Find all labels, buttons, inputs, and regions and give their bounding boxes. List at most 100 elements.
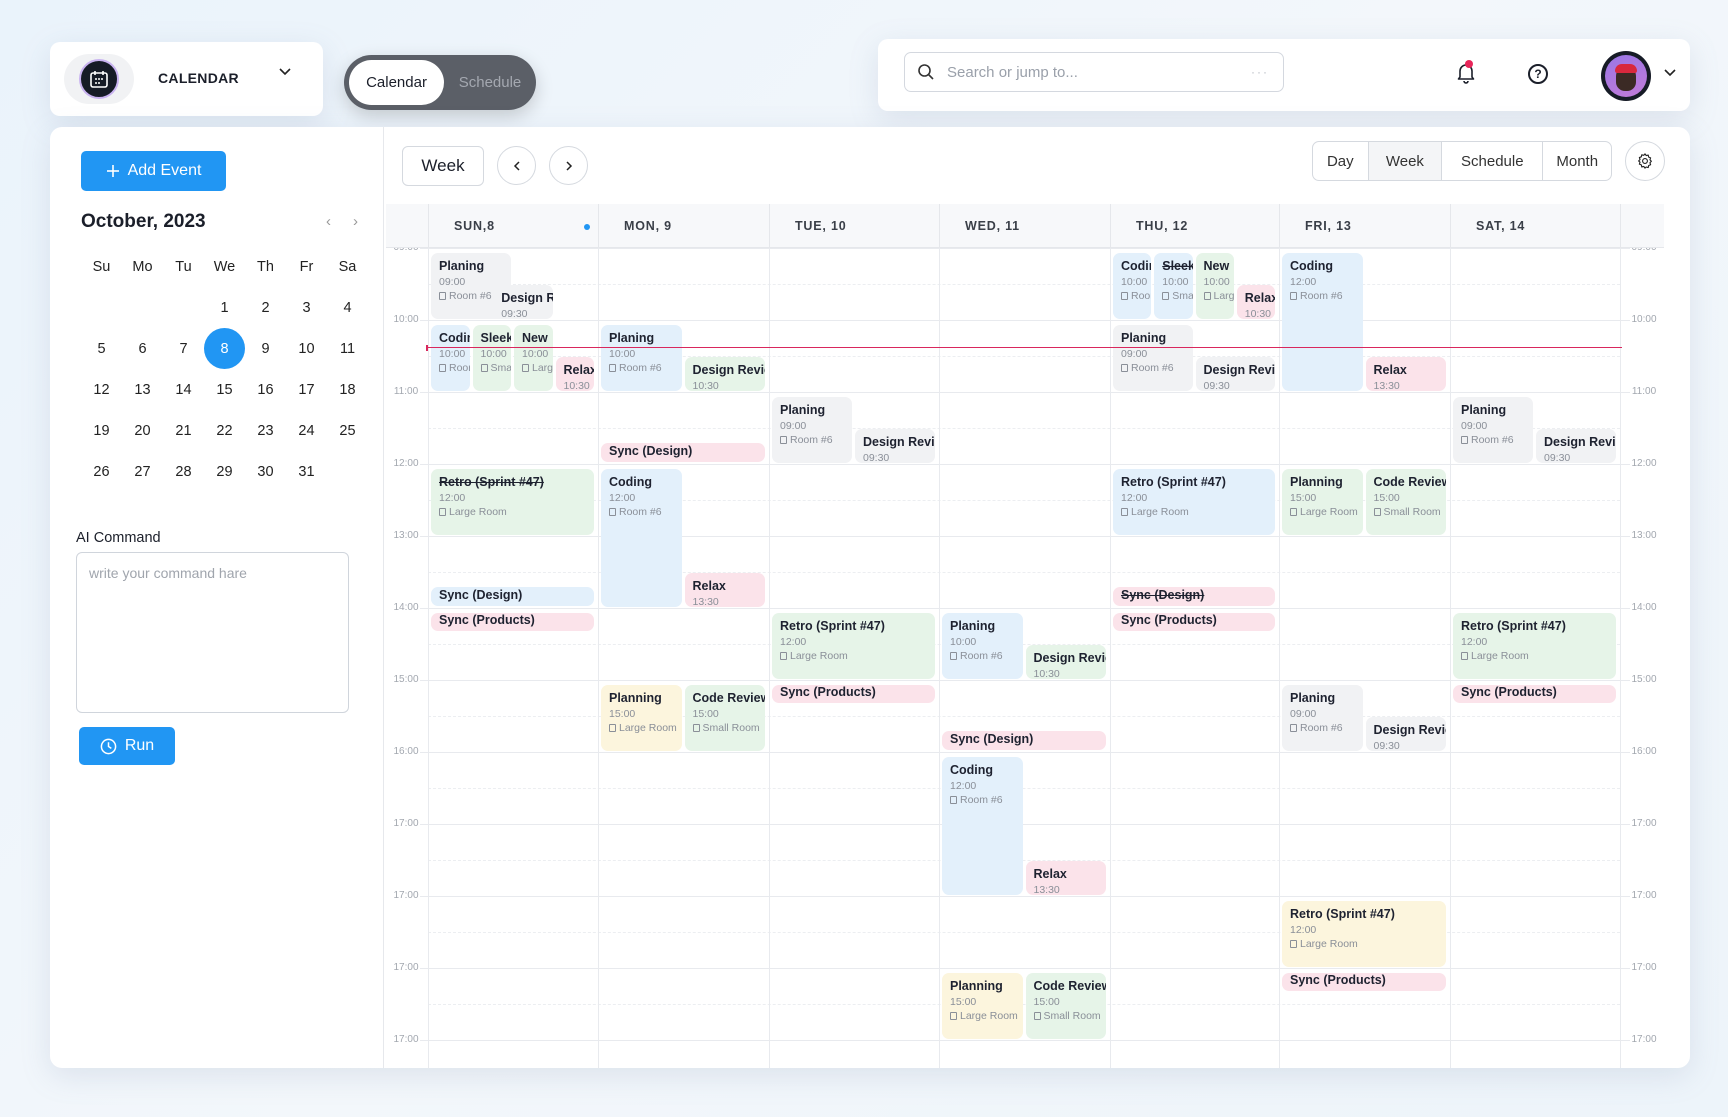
event-card[interactable]: Retro (Sprint #47) 12:00 Large Room bbox=[772, 612, 935, 679]
prev-month-button[interactable]: ‹ bbox=[326, 213, 331, 230]
event-card[interactable]: Retro (Sprint #47) 12:00 Large Room bbox=[431, 468, 594, 535]
event-card[interactable]: Sync (Products) bbox=[1113, 612, 1275, 631]
event-card[interactable]: Coding 12:00 Room #6 bbox=[1282, 252, 1363, 391]
event-card[interactable]: Coding 12:00 Room #6 bbox=[601, 468, 682, 607]
day-cell[interactable]: 23 bbox=[245, 410, 286, 451]
day-cell[interactable]: 31 bbox=[286, 451, 327, 492]
toggle-schedule[interactable]: Schedule bbox=[448, 60, 532, 105]
app-switcher[interactable]: CALENDAR bbox=[50, 42, 323, 116]
avatar[interactable] bbox=[1601, 51, 1651, 101]
event-card[interactable]: Design Revie 09:30 bbox=[855, 429, 935, 463]
event-card[interactable]: Sync (Design) bbox=[942, 731, 1106, 750]
day-header[interactable]: WED, 11 bbox=[939, 204, 1110, 248]
event-card[interactable]: Sync (Products) bbox=[772, 684, 935, 703]
event-card[interactable]: Planing 10:00 Room #6 bbox=[601, 324, 682, 391]
event-card[interactable]: Design Revie 09:30 bbox=[1536, 429, 1616, 463]
day-cell[interactable]: 14 bbox=[163, 369, 204, 410]
day-cell[interactable]: 12 bbox=[81, 369, 122, 410]
day-cell[interactable]: 18 bbox=[327, 369, 368, 410]
event-card[interactable]: Relax 13:30 bbox=[684, 573, 765, 607]
view-tab-week[interactable]: Week bbox=[1368, 142, 1443, 180]
event-card[interactable]: Planing 09:00 Room #6 bbox=[1282, 684, 1363, 751]
event-card[interactable]: Design Revie 09:30 bbox=[1195, 357, 1275, 391]
event-card[interactable]: Planning 15:00 Large Room bbox=[942, 972, 1023, 1039]
day-cell[interactable]: 11 bbox=[327, 328, 368, 369]
range-select[interactable]: Week bbox=[402, 146, 484, 186]
event-card[interactable]: Code Review 15:00 Small Room bbox=[684, 684, 765, 751]
event-card[interactable]: Code Review 15:00 Small Room bbox=[1365, 468, 1446, 535]
event-card[interactable]: Sync (Design) bbox=[431, 587, 594, 606]
day-cell[interactable]: 7 bbox=[163, 328, 204, 369]
event-card[interactable]: New 10:00 Larg bbox=[1195, 252, 1234, 319]
day-cell[interactable]: 20 bbox=[122, 410, 163, 451]
event-card[interactable]: Design Revie 09:30 bbox=[1365, 717, 1446, 751]
day-cell[interactable]: 27 bbox=[122, 451, 163, 492]
event-card[interactable]: Design Revie 10:30 bbox=[684, 357, 765, 391]
day-cell[interactable]: 26 bbox=[81, 451, 122, 492]
day-cell[interactable]: 10 bbox=[286, 328, 327, 369]
more-icon[interactable]: ··· bbox=[1251, 65, 1269, 79]
day-cell[interactable]: 3 bbox=[286, 287, 327, 328]
event-card[interactable]: Planning 15:00 Large Room bbox=[601, 684, 682, 751]
day-cell[interactable]: 19 bbox=[81, 410, 122, 451]
bell-icon[interactable] bbox=[1456, 60, 1476, 89]
day-cell[interactable]: 17 bbox=[286, 369, 327, 410]
event-card[interactable]: Planing 09:00 Room #6 bbox=[772, 396, 852, 463]
event-card[interactable]: Relax 10:30 bbox=[555, 357, 594, 391]
day-cell[interactable]: 21 bbox=[163, 410, 204, 451]
event-card[interactable]: Relax 13:30 bbox=[1365, 357, 1446, 391]
event-card[interactable]: Retro (Sprint #47) 12:00 Large Room bbox=[1453, 612, 1616, 679]
day-cell[interactable]: 5 bbox=[81, 328, 122, 369]
day-cell[interactable]: 2 bbox=[245, 287, 286, 328]
event-card[interactable]: Planing 09:00 Room #6 bbox=[1453, 396, 1533, 463]
day-cell[interactable]: 4 bbox=[327, 287, 368, 328]
event-card[interactable]: Sync (Design) bbox=[601, 443, 765, 462]
day-header[interactable]: SUN,8 bbox=[428, 204, 598, 248]
event-card[interactable]: Design Revie 09:30 bbox=[493, 285, 553, 319]
event-card[interactable]: Planing 10:00 Room #6 bbox=[942, 612, 1023, 679]
event-card[interactable]: Planing 09:00 Room #6 bbox=[1113, 324, 1193, 391]
view-tab-schedule[interactable]: Schedule bbox=[1442, 142, 1544, 180]
view-toggle[interactable]: Calendar Schedule bbox=[344, 55, 536, 110]
day-cell[interactable]: 8 bbox=[204, 328, 245, 369]
day-cell[interactable]: 25 bbox=[327, 410, 368, 451]
day-header[interactable]: TUE, 10 bbox=[769, 204, 939, 248]
day-cell[interactable]: 16 bbox=[245, 369, 286, 410]
event-card[interactable]: Planning 15:00 Large Room bbox=[1282, 468, 1363, 535]
view-tab-day[interactable]: Day bbox=[1313, 142, 1369, 180]
event-card[interactable]: Codin 10:00Roor bbox=[431, 324, 470, 391]
search-input[interactable]: Search or jump to... ··· bbox=[904, 52, 1284, 92]
event-card[interactable]: Codin 10:00Roor bbox=[1113, 252, 1152, 319]
event-card[interactable]: Sync (Products) bbox=[1282, 972, 1446, 991]
add-event-button[interactable]: Add Event bbox=[81, 151, 226, 191]
day-cell[interactable]: 13 bbox=[122, 369, 163, 410]
day-cell[interactable]: 24 bbox=[286, 410, 327, 451]
toggle-calendar[interactable]: Calendar bbox=[349, 60, 444, 105]
event-card[interactable]: Coding 12:00 Room #6 bbox=[942, 756, 1023, 895]
event-card[interactable]: Sleek 10:00 Sma bbox=[1154, 252, 1193, 319]
event-card[interactable]: Retro (Sprint #47) 12:00 Large Room bbox=[1113, 468, 1275, 535]
day-header[interactable]: FRI, 13 bbox=[1279, 204, 1450, 248]
event-card[interactable]: Sleek 10:00 Sma bbox=[472, 324, 511, 391]
day-header[interactable]: MON, 9 bbox=[598, 204, 769, 248]
day-cell[interactable]: 6 bbox=[122, 328, 163, 369]
day-cell[interactable]: 22 bbox=[204, 410, 245, 451]
prev-week-button[interactable] bbox=[497, 146, 536, 185]
chevron-down-icon[interactable] bbox=[278, 64, 292, 83]
event-card[interactable]: Sync (Design) bbox=[1113, 587, 1275, 606]
day-cell[interactable]: 9 bbox=[245, 328, 286, 369]
day-header[interactable]: SAT, 14 bbox=[1450, 204, 1620, 248]
run-button[interactable]: Run bbox=[79, 727, 175, 765]
next-week-button[interactable] bbox=[549, 146, 588, 185]
event-card[interactable]: Sync (Products) bbox=[1453, 684, 1616, 703]
event-card[interactable]: New 10:00 Larg bbox=[514, 324, 553, 391]
event-card[interactable]: Code Review 15:00 Small Room bbox=[1025, 972, 1106, 1039]
ai-command-input[interactable] bbox=[76, 552, 349, 713]
day-cell[interactable]: 28 bbox=[163, 451, 204, 492]
next-month-button[interactable]: › bbox=[353, 213, 358, 230]
event-card[interactable]: Sync (Products) bbox=[431, 612, 594, 631]
day-cell[interactable]: 1 bbox=[204, 287, 245, 328]
day-header[interactable]: THU, 12 bbox=[1110, 204, 1279, 248]
chevron-down-icon[interactable] bbox=[1663, 65, 1677, 82]
event-card[interactable]: Relax 13:30 bbox=[1025, 861, 1106, 895]
